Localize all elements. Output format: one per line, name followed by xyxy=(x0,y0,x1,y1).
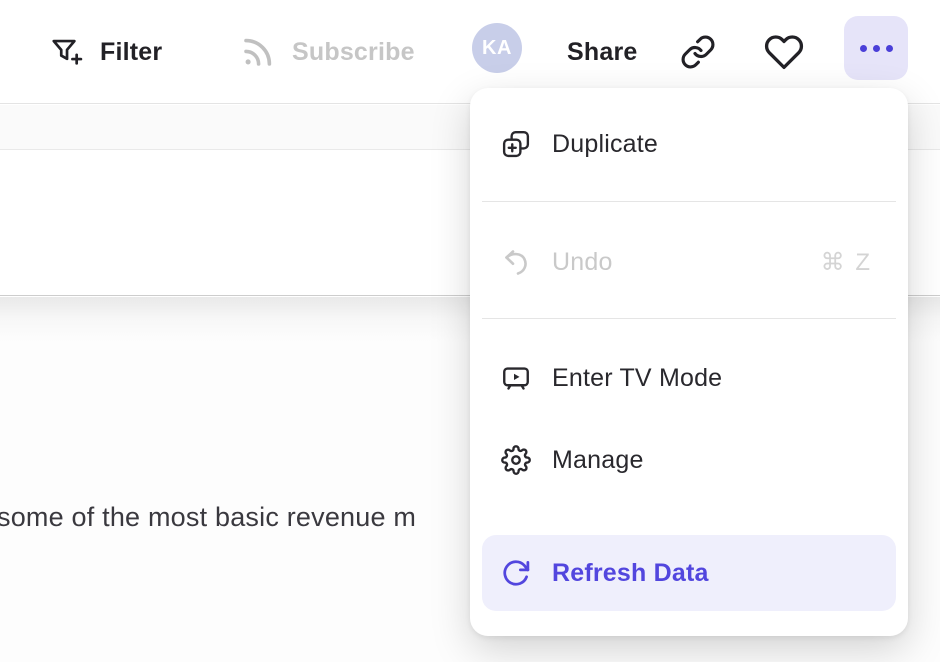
menu-divider xyxy=(482,201,896,202)
filter-label: Filter xyxy=(100,38,162,67)
menu-item-label: Refresh Data xyxy=(552,559,709,588)
share-label: Share xyxy=(567,38,637,67)
menu-item-label: Duplicate xyxy=(552,130,658,159)
ellipsis-icon xyxy=(860,45,867,52)
subscribe-button[interactable]: Subscribe xyxy=(240,0,415,104)
menu-item-label: Enter TV Mode xyxy=(552,364,722,393)
menu-item-label: Undo xyxy=(552,248,613,277)
undo-icon xyxy=(500,246,532,278)
rss-icon xyxy=(240,34,276,70)
gear-icon xyxy=(500,444,532,476)
link-icon xyxy=(680,34,716,70)
paragraph-text-fragment: some of the most basic revenue m xyxy=(0,502,416,533)
avatar-initials: KA xyxy=(482,37,512,60)
duplicate-icon xyxy=(500,128,532,160)
avatar[interactable]: KA xyxy=(472,23,522,73)
refresh-icon xyxy=(500,557,532,589)
dashboard-screen: some of the most basic revenue m Filter … xyxy=(0,0,940,662)
menu-item-undo: Undo ⌘ Z xyxy=(482,230,896,294)
shortcut-hint: ⌘ Z xyxy=(821,248,872,277)
menu-item-label: Manage xyxy=(552,446,644,475)
filter-button[interactable]: Filter xyxy=(48,0,162,104)
subscribe-label: Subscribe xyxy=(292,38,415,67)
heart-icon xyxy=(764,32,804,72)
menu-item-manage[interactable]: Manage xyxy=(482,428,896,492)
menu-item-enter-tv-mode[interactable]: Enter TV Mode xyxy=(482,346,896,410)
tv-icon xyxy=(500,362,532,394)
more-options-button[interactable] xyxy=(844,16,908,80)
more-options-menu: Duplicate Undo ⌘ Z Enter TV M xyxy=(470,88,908,636)
menu-item-refresh-data[interactable]: Refresh Data xyxy=(482,535,896,611)
menu-divider xyxy=(482,318,896,319)
menu-item-duplicate[interactable]: Duplicate xyxy=(482,112,896,176)
ellipsis-icon xyxy=(886,45,893,52)
ellipsis-icon xyxy=(873,45,880,52)
funnel-plus-icon xyxy=(48,34,84,70)
